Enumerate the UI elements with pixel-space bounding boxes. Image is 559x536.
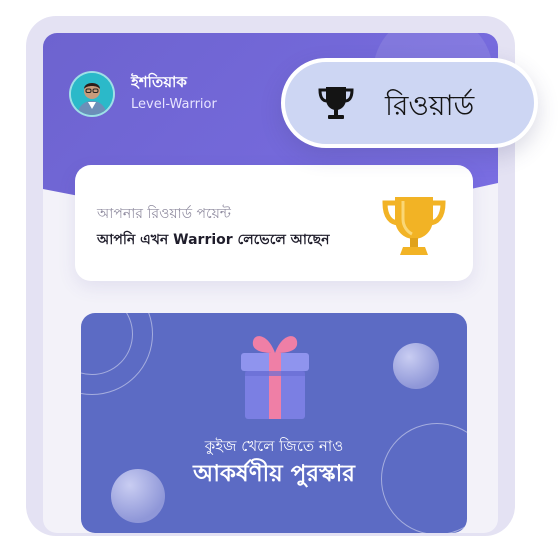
promo-title: আকর্ষণীয় পুরস্কার bbox=[193, 461, 355, 487]
current-level-text: আপনি এখন Warrior লেভেলে আছেন bbox=[97, 232, 330, 248]
promo-decor-ball bbox=[393, 343, 439, 389]
user-photo-icon bbox=[71, 73, 113, 115]
user-name: ইশতিয়াক bbox=[131, 73, 187, 91]
user-level: Level-Warrior bbox=[131, 97, 217, 112]
reward-points-card[interactable]: আপনার রিওয়ার্ড পয়েন্ট আপনি এখন Warrior… bbox=[75, 165, 473, 281]
trophy-outline-icon bbox=[318, 87, 354, 119]
reward-points-title: আপনার রিওয়ার্ড পয়েন্ট bbox=[97, 206, 231, 222]
reward-label: রিওয়ার্ড bbox=[385, 89, 475, 122]
reward-button[interactable]: রিওয়ার্ড bbox=[281, 58, 538, 148]
gift-icon bbox=[241, 336, 309, 419]
quiz-promo-banner[interactable]: কুইজ খেলে জিতে নাও আকর্ষণীয় পুরস্কার bbox=[81, 313, 467, 533]
trophy-icon bbox=[382, 197, 446, 255]
avatar[interactable] bbox=[69, 71, 115, 117]
